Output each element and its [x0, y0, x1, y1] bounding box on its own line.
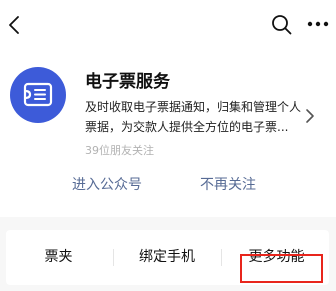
- search-icon: [272, 15, 292, 35]
- menu-item-ticket-folder[interactable]: 票夹: [6, 230, 111, 285]
- friends-following-count[interactable]: 39位朋友关注: [85, 142, 154, 158]
- bottom-menu-area: 票夹 绑定手机 更多功能: [0, 217, 336, 291]
- description-detail-button[interactable]: [305, 108, 319, 126]
- search-button[interactable]: [266, 8, 298, 40]
- chevron-right-icon: [306, 109, 314, 123]
- menu-divider: [113, 249, 114, 266]
- back-button[interactable]: [0, 8, 30, 40]
- enter-account-button[interactable]: 进入公众号: [52, 170, 162, 200]
- more-dots-icon: [307, 21, 329, 27]
- account-avatar: [10, 67, 66, 123]
- official-account-profile-page: 电子票服务 及时收取电子票据通知，归集和管理个人票据，为交款人提供全方位的电子票…: [0, 0, 336, 291]
- top-navigation-bar: [0, 0, 336, 48]
- account-description[interactable]: 及时收取电子票据通知，归集和管理个人票据，为交款人提供全方位的电子票...: [85, 97, 305, 137]
- unfollow-button[interactable]: 不再关注: [178, 170, 278, 200]
- receipt-document-icon: [23, 82, 53, 107]
- menu-divider: [221, 249, 222, 266]
- menu-item-bind-phone[interactable]: 绑定手机: [116, 230, 218, 285]
- account-name: 电子票服务: [85, 72, 170, 92]
- chevron-left-icon: [9, 16, 19, 34]
- account-profile: 电子票服务 及时收取电子票据通知，归集和管理个人票据，为交款人提供全方位的电子票…: [0, 52, 336, 162]
- menu-item-more-functions[interactable]: 更多功能: [224, 230, 329, 285]
- more-options-button[interactable]: [301, 8, 333, 40]
- account-actions: 进入公众号 不再关注: [0, 170, 336, 200]
- custom-menu-bar: 票夹 绑定手机 更多功能: [6, 230, 329, 285]
